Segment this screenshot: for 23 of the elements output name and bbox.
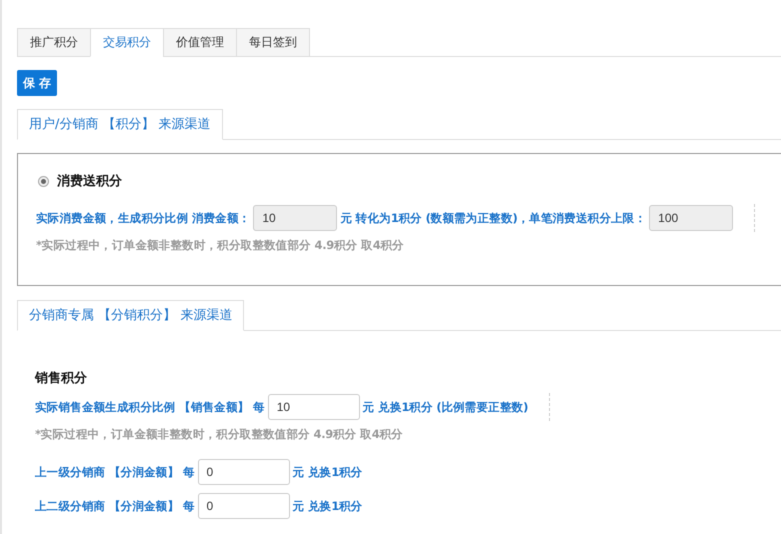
tab[interactable]: 价值管理 [163, 28, 236, 57]
field-label: 元 兑换1积分 (比例需要正整数) [362, 400, 528, 414]
section-tab[interactable]: 用户/分销商 【积分】 来源渠道 [17, 109, 223, 140]
tab[interactable]: 每日签到 [236, 28, 310, 57]
field-label: 实际销售金额生成积分比例 【销售金额】 每 [35, 400, 265, 414]
input-field[interactable]: 10 [268, 394, 360, 420]
radio-button[interactable] [38, 176, 49, 186]
field-label: 上二级分销商 【分润金额】 每 [35, 498, 195, 514]
field-label: 上一级分销商 【分润金额】 每 [35, 464, 195, 480]
field-label: 元 兑换1积分 [292, 464, 362, 480]
hint-text: *实际过程中，订单金额非整数时，积分取整数值部分 4.9积分 取4积分 [35, 427, 403, 442]
field-label: 元 转化为1积分 (数额需为正整数)，单笔消费送积分上限： [340, 210, 646, 226]
section-heading: 销售积分 [35, 370, 87, 387]
field-label: 元 兑换1积分 [292, 498, 362, 514]
input-field[interactable]: 0 [198, 459, 290, 485]
tab[interactable]: 推广积分 [17, 28, 90, 57]
tab[interactable]: 交易积分 [90, 28, 163, 57]
option-label: 消费送积分 [57, 173, 122, 190]
section-tab[interactable]: 分销商专属 【分销积分】 来源渠道 [17, 300, 244, 331]
hint-text: *实际过程中，订单金额非整数时，积分取整数值部分 4.9积分 取4积分 [36, 238, 404, 253]
field-label: 实际消费金额，生成积分比例 消费金额： [36, 210, 250, 226]
input-field[interactable]: 0 [198, 493, 290, 519]
save-button[interactable]: 保 存 [17, 70, 58, 96]
